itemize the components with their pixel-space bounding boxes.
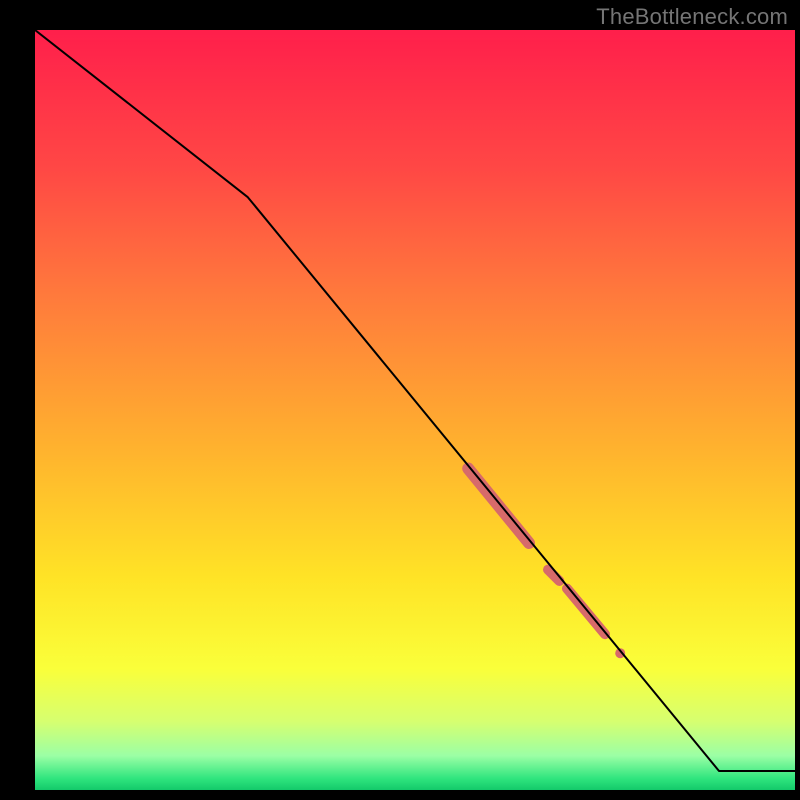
thick-segment-1	[468, 469, 529, 543]
curve-layer	[35, 30, 795, 790]
watermark-text: TheBottleneck.com	[596, 4, 788, 30]
thick-segment-3	[567, 589, 605, 635]
marker-group	[468, 469, 620, 654]
main-curve	[35, 30, 795, 771]
chart-stage: TheBottleneck.com	[0, 0, 800, 800]
plot-area	[35, 30, 795, 790]
